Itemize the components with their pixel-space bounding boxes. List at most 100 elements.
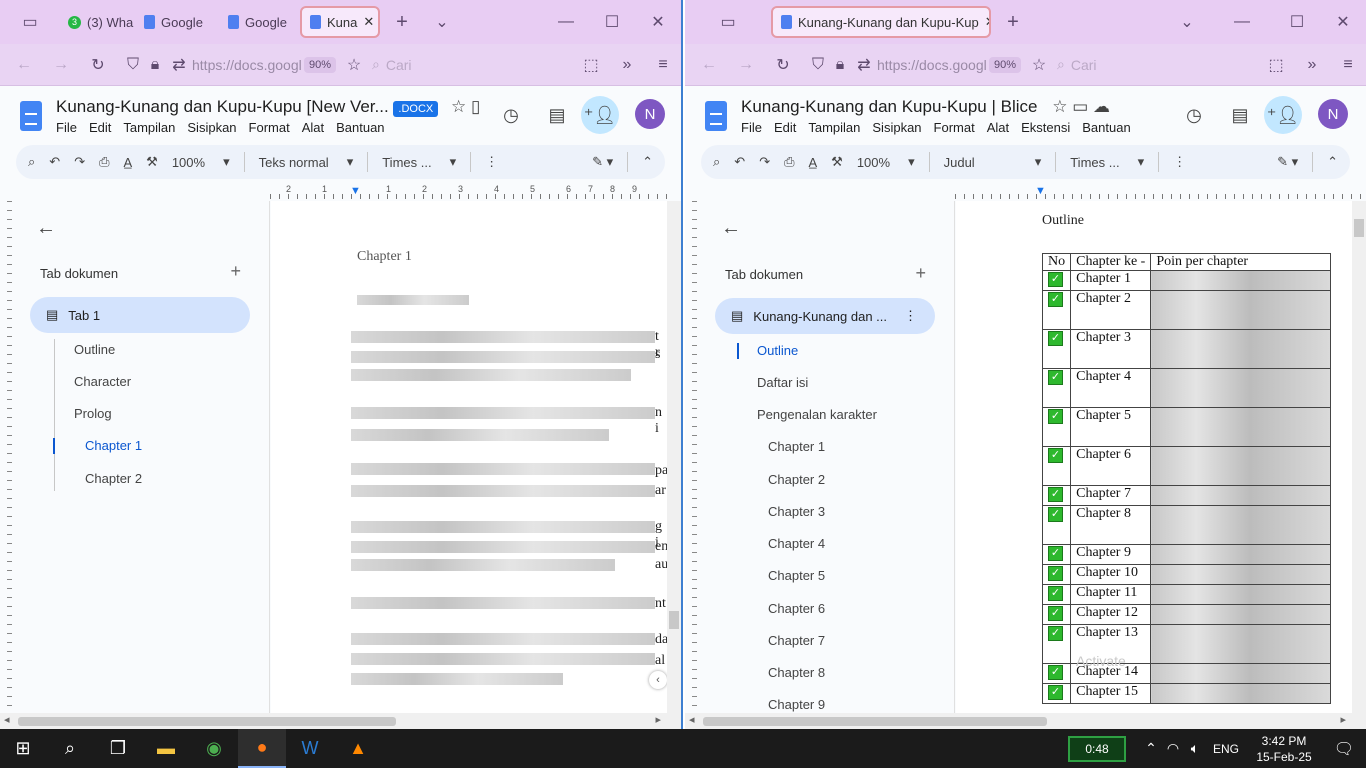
chrome-icon[interactable]: ◉	[190, 729, 238, 768]
vlc-icon[interactable]: ▲	[334, 729, 382, 768]
checkbox-checked-icon[interactable]: ✓	[1048, 606, 1063, 621]
undo-icon[interactable]: ↶	[734, 154, 745, 170]
undo-icon[interactable]: ↶	[49, 154, 60, 170]
zoom-select[interactable]: 100% ▾	[172, 154, 230, 170]
menu-insert[interactable]: Sisipkan	[872, 120, 921, 135]
tab-options-icon[interactable]: ⋮	[904, 308, 917, 324]
checkbox-checked-icon[interactable]: ✓	[1048, 586, 1063, 601]
google-docs-logo-icon[interactable]	[705, 101, 727, 131]
collapse-toolbar-icon[interactable]: ⌃	[1327, 154, 1338, 170]
checkbox-checked-icon[interactable]: ✓	[1048, 292, 1063, 307]
outline-item[interactable]: Chapter 5	[768, 568, 825, 583]
show-hidden-icons-icon[interactable]: ⌃	[1140, 729, 1162, 768]
permissions-icon[interactable]: ⇄	[166, 55, 192, 75]
add-tab-icon[interactable]: +	[915, 263, 926, 284]
menu-edit[interactable]: Edit	[774, 120, 796, 135]
chevron-down-icon[interactable]: ⌄	[424, 12, 460, 32]
star-icon[interactable]: ☆	[1052, 97, 1067, 116]
scrollbar-thumb[interactable]	[18, 717, 396, 726]
zoom-select[interactable]: 100% ▾	[857, 154, 915, 170]
menu-edit[interactable]: Edit	[89, 120, 111, 135]
editing-mode-icon[interactable]: ✎ ▾	[1277, 154, 1298, 170]
overflow-chevrons-icon[interactable]: »	[1294, 56, 1330, 74]
horizontal-scrollbar[interactable]: ◂ ▸	[685, 713, 1366, 729]
spellcheck-icon[interactable]: A̲	[124, 155, 133, 170]
comments-icon[interactable]: ▤	[1223, 98, 1257, 132]
tab-kunang-active[interactable]: Kuna ✕	[300, 6, 380, 38]
hamburger-menu-icon[interactable]: ≡	[645, 56, 681, 74]
tab-manager-icon[interactable]: ▭	[685, 12, 771, 32]
language-indicator[interactable]: ENG	[1206, 742, 1246, 756]
horizontal-ruler[interactable]: ▼	[955, 185, 1366, 201]
outline-item[interactable]: Chapter 9	[768, 697, 825, 712]
print-icon[interactable]: ⎙	[99, 154, 109, 170]
indent-marker-icon[interactable]: ▼	[1035, 185, 1046, 197]
doc-tab-item[interactable]: ▤ Kunang-Kunang dan ... ⋮	[715, 298, 935, 334]
editing-mode-icon[interactable]: ✎ ▾	[592, 154, 613, 170]
back-icon[interactable]: ←	[0, 56, 48, 74]
print-icon[interactable]: ⎙	[784, 154, 794, 170]
checkbox-checked-icon[interactable]: ✓	[1048, 272, 1063, 287]
chevron-left-icon[interactable]: ‹	[649, 671, 667, 689]
scroll-right-icon[interactable]: ▸	[655, 713, 661, 726]
menu-help[interactable]: Bantuan	[336, 120, 384, 135]
outline-item[interactable]: Chapter 2	[768, 472, 825, 487]
lock-icon[interactable]: 🔒︎	[829, 56, 851, 74]
checkbox-checked-icon[interactable]: ✓	[1048, 448, 1063, 463]
scroll-right-icon[interactable]: ▸	[1340, 713, 1346, 726]
menu-tools[interactable]: Alat	[987, 120, 1009, 135]
move-icon[interactable]: ▯	[471, 97, 480, 116]
star-icon[interactable]: ☆	[451, 97, 466, 116]
checkbox-checked-icon[interactable]: ✓	[1048, 409, 1063, 424]
maximize-icon[interactable]: ☐	[1274, 12, 1320, 32]
avatar[interactable]: N	[635, 99, 665, 129]
tab-google-2[interactable]: Google	[220, 6, 300, 38]
checkbox-checked-icon[interactable]: ✓	[1048, 331, 1063, 346]
scrollbar-thumb[interactable]	[669, 611, 679, 629]
redo-icon[interactable]: ↷	[759, 154, 770, 170]
doc-tab-item[interactable]: ▤ Tab 1	[30, 297, 250, 333]
new-tab-icon[interactable]: +	[380, 11, 424, 34]
document-page[interactable]: Chapter 1 t r s n i pa ar g i en au nt d…	[271, 201, 668, 713]
menu-format[interactable]: Format	[934, 120, 975, 135]
checkbox-checked-icon[interactable]: ✓	[1048, 507, 1063, 522]
shield-icon[interactable]: ⛉	[122, 56, 144, 74]
outline-item[interactable]: Chapter 8	[768, 665, 825, 680]
zoom-indicator[interactable]: 90%	[989, 56, 1022, 73]
vertical-scrollbar[interactable]	[1352, 201, 1366, 713]
cloud-status-icon[interactable]: ☁	[1093, 97, 1110, 116]
checkbox-checked-icon[interactable]: ✓	[1048, 665, 1063, 680]
search-icon[interactable]: ⌕	[46, 729, 94, 768]
bookmark-star-icon[interactable]: ☆	[336, 55, 372, 75]
doc-title[interactable]: Kunang-Kunang dan Kupu-Kupu | Blice ☆ ▭ …	[741, 97, 1110, 117]
menu-tools[interactable]: Alat	[302, 120, 324, 135]
font-select[interactable]: Times ... ▾	[1070, 154, 1144, 170]
extensions-icon[interactable]: ⬚	[1258, 55, 1294, 75]
more-options-icon[interactable]: ⋮	[1173, 154, 1186, 170]
outline-item[interactable]: Pengenalan karakter	[757, 407, 877, 422]
search-field[interactable]: ⌕ Cari	[1057, 56, 1157, 73]
add-tab-icon[interactable]: +	[230, 261, 241, 282]
word-icon[interactable]: W	[286, 729, 334, 768]
checkbox-checked-icon[interactable]: ✓	[1048, 370, 1063, 385]
tab-google-1[interactable]: Google	[136, 6, 220, 38]
outline-item[interactable]: Chapter 6	[768, 601, 825, 616]
vertical-scrollbar[interactable]	[667, 201, 681, 713]
new-tab-icon[interactable]: +	[991, 11, 1035, 34]
font-select[interactable]: Times ... ▾	[382, 154, 456, 170]
shield-icon[interactable]: ⛉	[807, 56, 829, 74]
outline-item-selected[interactable]: Outline	[757, 343, 798, 358]
hamburger-menu-icon[interactable]: ≡	[1330, 56, 1366, 74]
outline-item[interactable]: Chapter 2	[85, 471, 142, 486]
overflow-chevrons-icon[interactable]: »	[609, 56, 645, 74]
chevron-down-icon[interactable]: ⌄	[1164, 12, 1210, 32]
back-arrow-icon[interactable]: ←	[721, 217, 741, 240]
share-button[interactable]: ⁺👤︎	[581, 96, 619, 134]
search-field[interactable]: ⌕ Cari	[372, 56, 472, 73]
wifi-icon[interactable]: ◠	[1162, 729, 1184, 768]
forward-icon[interactable]: →	[733, 56, 759, 74]
horizontal-ruler[interactable]: 2 1 ▼ 1 2 3 4 5 6 7 8 9	[270, 184, 667, 201]
outline-item[interactable]: Chapter 7	[768, 633, 825, 648]
outline-item[interactable]: Prolog	[74, 406, 112, 421]
version-history-icon[interactable]: ◷	[1177, 98, 1211, 132]
